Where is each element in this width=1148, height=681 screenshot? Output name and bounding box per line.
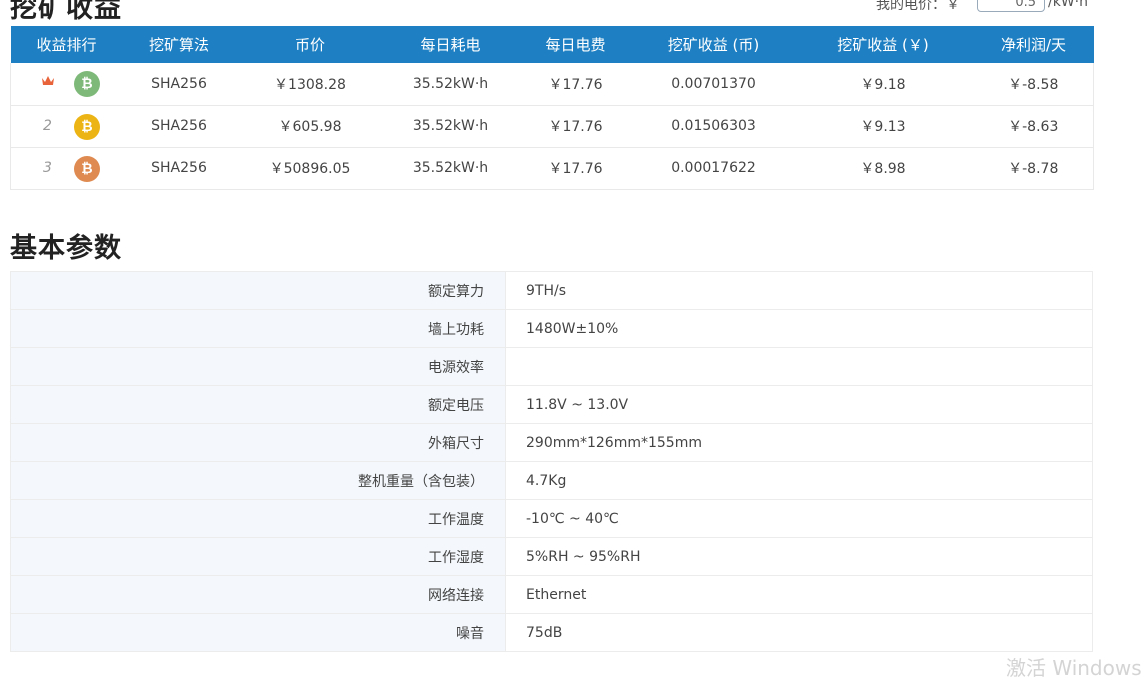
coin-price-cell: ￥1308.28 xyxy=(274,76,346,93)
daily-fee-cell: ￥17.76 xyxy=(548,119,603,135)
coin-price-cell: ￥605.98 xyxy=(278,119,342,135)
crown-icon xyxy=(41,75,55,91)
param-value: 4.7Kg xyxy=(505,461,1093,500)
param-key: 外箱尺寸 xyxy=(10,423,506,462)
net-profit-cell: ￥-8.78 xyxy=(1008,161,1059,177)
coin-price-cell: ￥50896.05 xyxy=(269,161,351,177)
param-row: 额定算力 9TH/s xyxy=(10,271,1093,310)
param-key: 整机重量（含包装） xyxy=(10,461,506,500)
param-key: 网络连接 xyxy=(10,575,506,614)
header-net-profit: 净利润/天 xyxy=(1000,36,1067,54)
table-row[interactable]: 2 ₿ SHA256 ￥605.98 35.52kW·h ￥17.76 0.01… xyxy=(10,105,1094,147)
coin-income-cell: 0.00017622 xyxy=(671,160,756,176)
param-value: Ethernet xyxy=(505,575,1093,614)
header-rank: 收益排行 xyxy=(36,36,97,54)
param-row: 电源效率 xyxy=(10,347,1093,386)
param-key: 电源效率 xyxy=(10,347,506,386)
cny-income-cell: ￥9.13 xyxy=(860,119,906,135)
electricity-price-unit: /kW·h xyxy=(1048,0,1088,10)
param-row: 工作温度 -10℃ ~ 40℃ xyxy=(10,499,1093,538)
algorithm-cell: SHA256 xyxy=(151,75,207,92)
header-coin-income: 挖矿收益 (币) xyxy=(667,36,760,54)
net-profit-cell: ￥-8.58 xyxy=(1008,76,1059,93)
param-key: 噪音 xyxy=(10,613,506,652)
param-value: 9TH/s xyxy=(505,271,1093,310)
param-key: 额定算力 xyxy=(10,271,506,310)
bitcoin-icon: ₿ xyxy=(74,113,100,140)
daily-fee-cell: ￥17.76 xyxy=(548,76,603,93)
param-value: 5%RH ~ 95%RH xyxy=(505,537,1093,576)
param-key: 工作湿度 xyxy=(10,537,506,576)
rank-cell: ₿ xyxy=(11,63,123,105)
mining-income-table: 收益排行 挖矿算法 币价 每日耗电 每日电费 挖矿收益 (币) 挖矿收益 (￥)… xyxy=(10,26,1094,190)
param-key: 额定电压 xyxy=(10,385,506,424)
table-row[interactable]: ₿ SHA256 ￥1308.28 35.52kW·h ￥17.76 0.007… xyxy=(10,63,1094,105)
param-row: 网络连接 Ethernet xyxy=(10,575,1093,614)
daily-power-cell: 35.52kW·h xyxy=(412,118,489,134)
algorithm-cell: SHA256 xyxy=(151,160,207,176)
bitcoin-icon: ₿ xyxy=(74,71,100,97)
daily-power-cell: 35.52kW·h xyxy=(412,75,489,92)
header-daily-fee: 每日电费 xyxy=(545,36,606,54)
cny-income-cell: ￥8.98 xyxy=(860,161,906,177)
coin-income-cell: 0.00701370 xyxy=(671,75,756,92)
header-algorithm: 挖矿算法 xyxy=(148,36,209,54)
param-value: -10℃ ~ 40℃ xyxy=(505,499,1093,538)
param-key: 墙上功耗 xyxy=(10,309,506,348)
param-row: 整机重量（含包装） 4.7Kg xyxy=(10,461,1093,500)
algorithm-cell: SHA256 xyxy=(151,118,207,134)
daily-fee-cell: ￥17.76 xyxy=(548,161,603,177)
header-daily-power: 每日耗电 xyxy=(420,36,481,54)
param-value: 11.8V ~ 13.0V xyxy=(505,385,1093,424)
net-profit-cell: ￥-8.63 xyxy=(1008,119,1059,135)
daily-power-cell: 35.52kW·h xyxy=(412,160,489,176)
param-key: 工作温度 xyxy=(10,499,506,538)
rank-number: 3 xyxy=(43,159,52,176)
electricity-price-input[interactable]: 0.5 xyxy=(977,0,1045,12)
cny-income-cell: ￥9.18 xyxy=(860,76,906,93)
table-header-row: 收益排行 挖矿算法 币价 每日耗电 每日电费 挖矿收益 (币) 挖矿收益 (￥)… xyxy=(10,26,1094,63)
coin-income-cell: 0.01506303 xyxy=(671,118,756,134)
param-value: 1480W±10% xyxy=(505,309,1093,348)
rank-number: 2 xyxy=(43,117,52,134)
rank-cell: 2 ₿ xyxy=(11,105,123,147)
bitcoin-icon: ₿ xyxy=(74,155,100,182)
basic-params-table: 额定算力 9TH/s 墙上功耗 1480W±10% 电源效率 额定电压 11.8V ~… xyxy=(10,271,1093,652)
param-row: 墙上功耗 1480W±10% xyxy=(10,309,1093,348)
rank-cell: 3 ₿ xyxy=(11,147,123,189)
param-row: 噪音 75dB xyxy=(10,613,1093,652)
param-value xyxy=(505,347,1093,386)
param-value: 75dB xyxy=(505,613,1093,652)
param-row: 额定电压 11.8V ~ 13.0V xyxy=(10,385,1093,424)
electricity-price-label: 我的电价：￥ xyxy=(876,0,960,13)
header-coin-price: 币价 xyxy=(294,36,325,54)
electricity-price-value: 0.5 xyxy=(1015,0,1036,10)
mining-income-title: 挖矿收益 xyxy=(10,0,122,24)
param-value: 290mm*126mm*155mm xyxy=(505,423,1093,462)
param-row: 外箱尺寸 290mm*126mm*155mm xyxy=(10,423,1093,462)
header-cny-income: 挖矿收益 (￥) xyxy=(837,36,929,54)
basic-params-title: 基本参数 xyxy=(10,233,122,264)
table-row[interactable]: 3 ₿ SHA256 ￥50896.05 35.52kW·h ￥17.76 0.… xyxy=(10,147,1094,189)
param-row: 工作湿度 5%RH ~ 95%RH xyxy=(10,537,1093,576)
